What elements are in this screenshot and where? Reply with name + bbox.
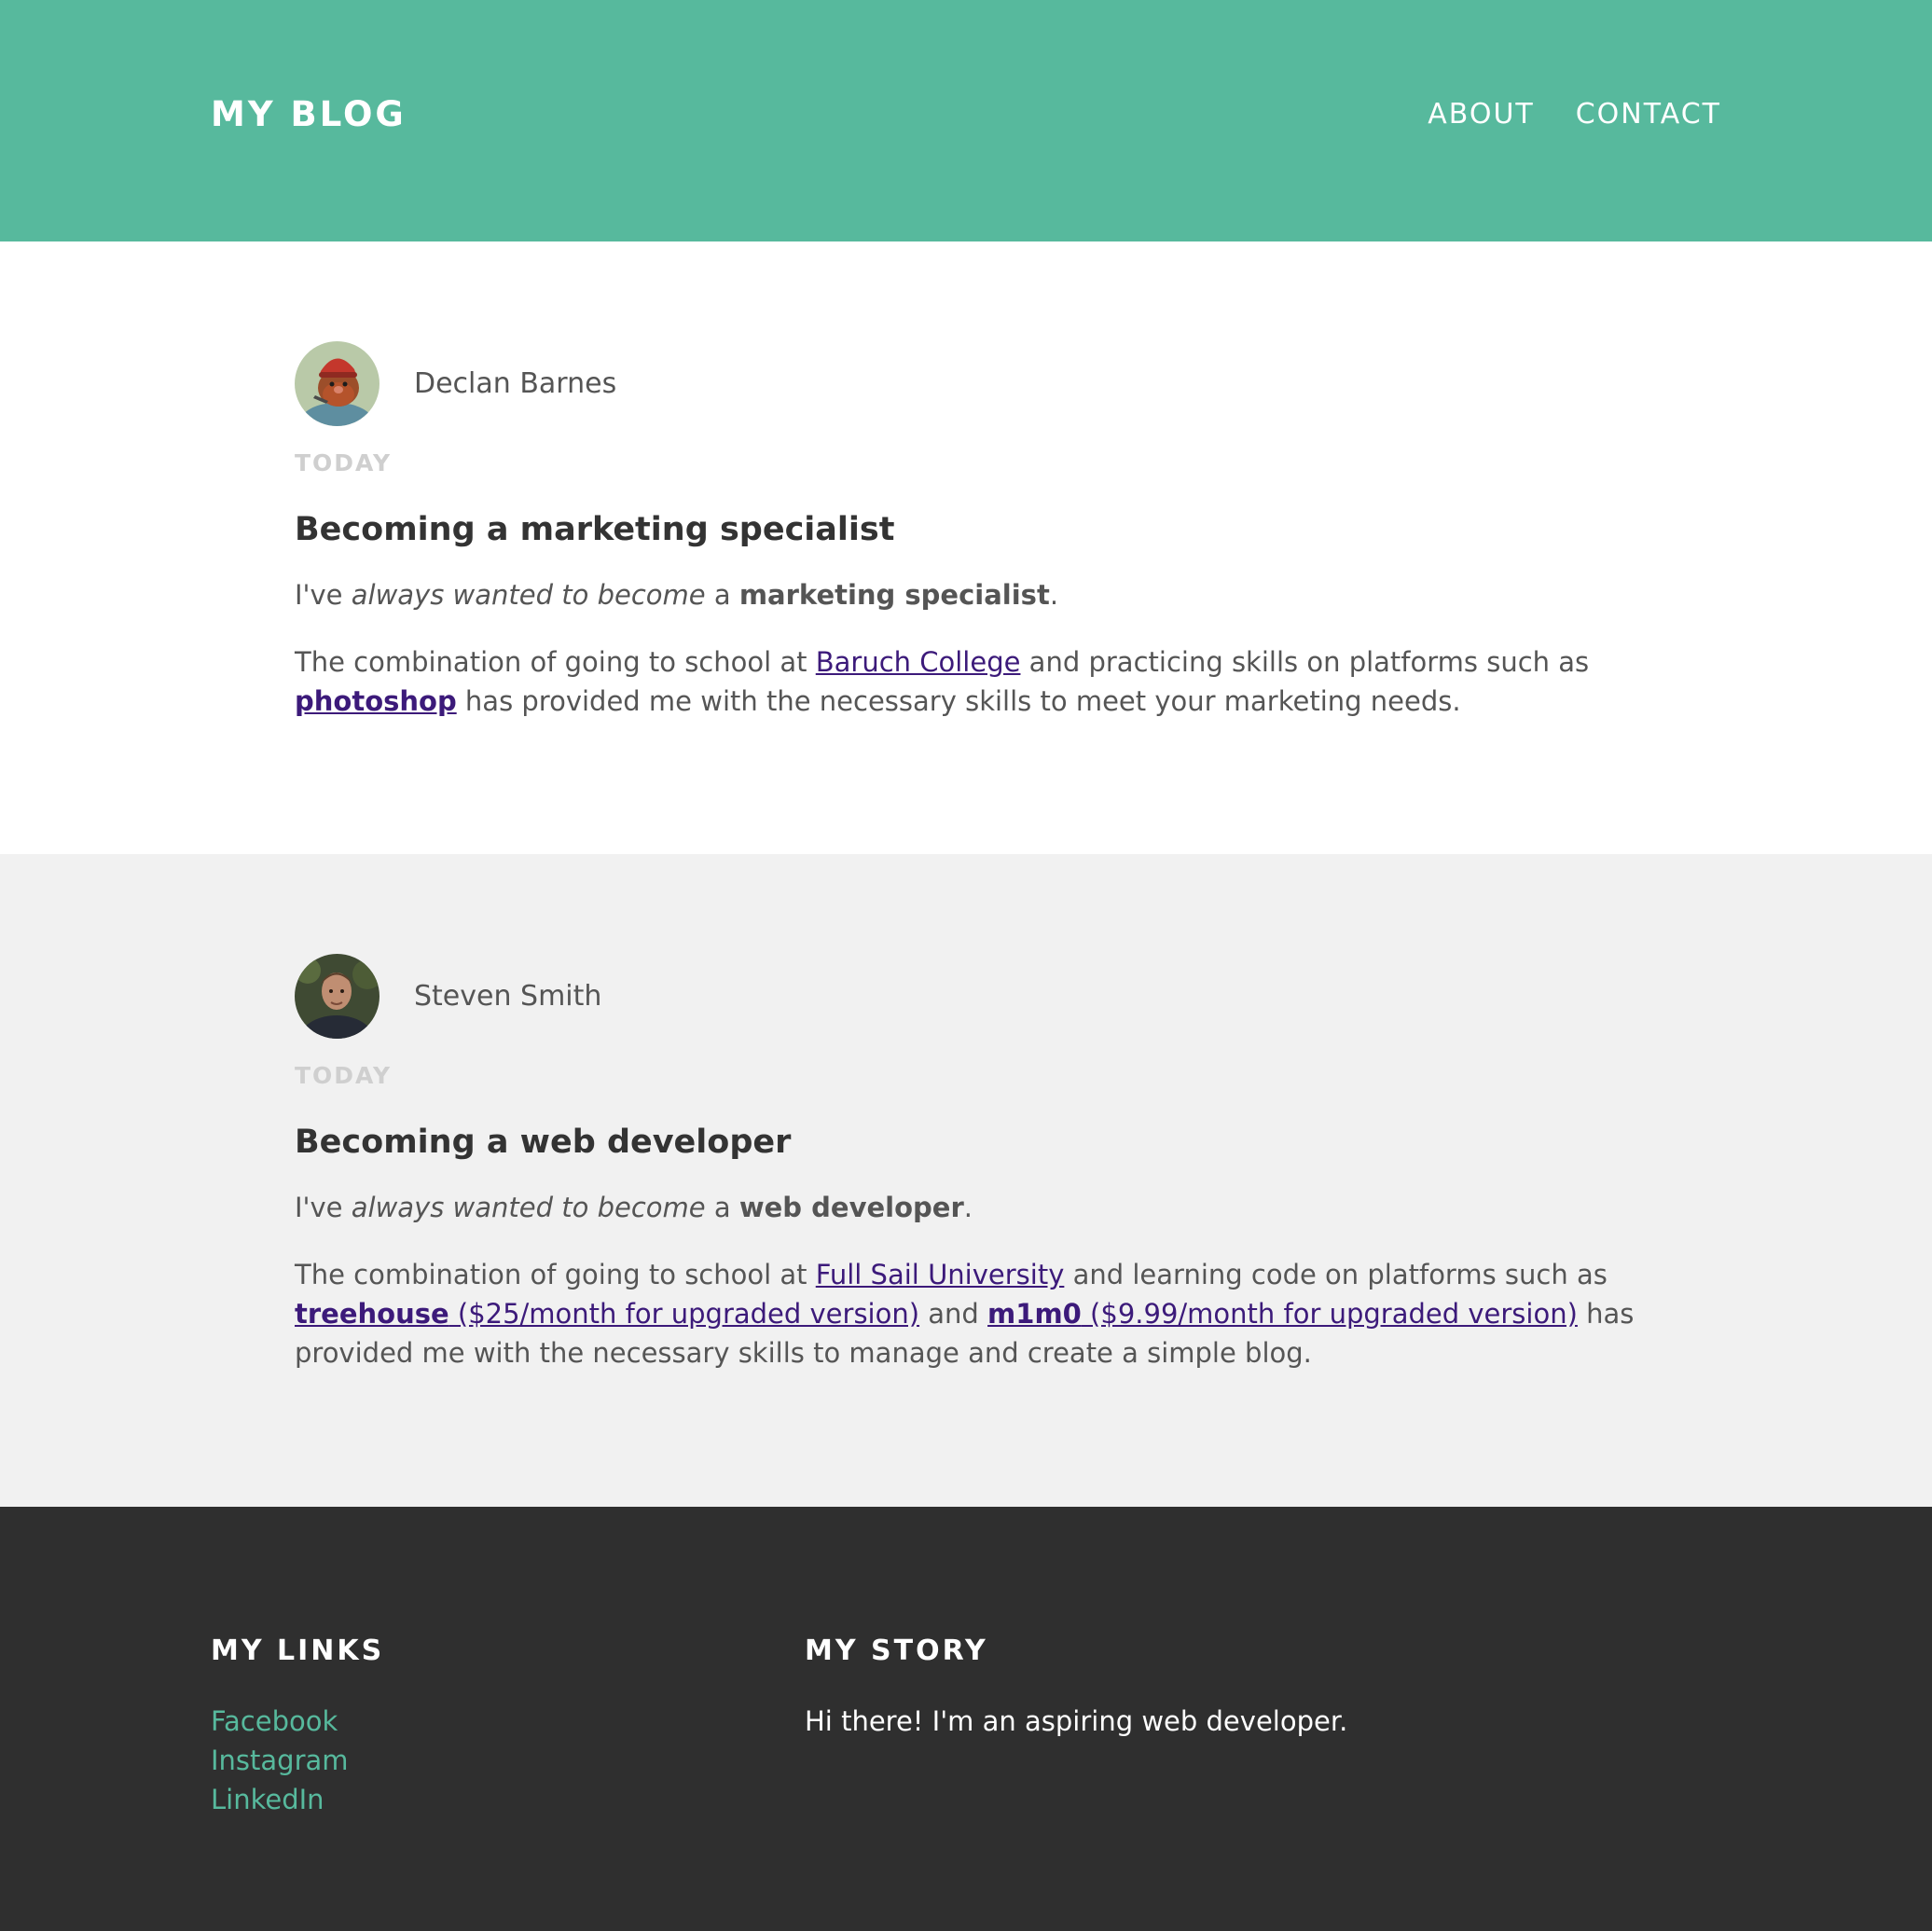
post-author: Steven Smith <box>295 954 1637 1039</box>
post-title: Becoming a marketing specialist <box>295 511 895 548</box>
link-m1m0[interactable]: m1m0 ($9.99/month for upgraded version) <box>987 1298 1578 1330</box>
post-body: The combination of going to school at Ba… <box>295 646 1590 717</box>
footer-link-instagram[interactable]: Instagram <box>211 1745 349 1776</box>
main-nav: ABOUT CONTACT <box>1428 90 1721 140</box>
post-title: Becoming a web developer <box>295 1124 792 1161</box>
post-date: TODAY <box>295 449 393 476</box>
footer-links-column: MY LINKS Facebook Instagram LinkedIn <box>211 1633 384 1834</box>
nav-contact[interactable]: CONTACT <box>1576 90 1721 140</box>
author-name: Declan Barnes <box>414 367 617 400</box>
post-intro: I've always wanted to become a marketing… <box>295 579 1059 611</box>
post-body: The combination of going to school at Fu… <box>295 1259 1635 1369</box>
link-full-sail-university[interactable]: Full Sail University <box>816 1259 1065 1290</box>
nav-about[interactable]: ABOUT <box>1428 90 1534 140</box>
post-marketing: Declan Barnes TODAY Becoming a marketing… <box>0 241 1932 854</box>
link-baruch-college[interactable]: Baruch College <box>816 646 1021 678</box>
footer-story-text: Hi there! I'm an aspiring web developer. <box>805 1705 1348 1737</box>
post-intro: I've always wanted to become a web devel… <box>295 1192 973 1223</box>
footer-links-heading: MY LINKS <box>211 1634 385 1667</box>
post-date: TODAY <box>295 1062 393 1089</box>
post-webdev: Steven Smith TODAY Becoming a web develo… <box>0 854 1932 1507</box>
site-footer: MY LINKS Facebook Instagram LinkedIn MY … <box>0 1507 1932 1931</box>
link-treehouse[interactable]: treehouse ($25/month for upgraded versio… <box>295 1298 919 1330</box>
footer-story-column: MY STORY Hi there! I'm an aspiring web d… <box>805 1633 1347 1741</box>
footer-story-heading: MY STORY <box>805 1634 988 1667</box>
site-header: MY BLOG ABOUT CONTACT <box>0 0 1932 241</box>
author-avatar <box>295 341 380 426</box>
author-name: Steven Smith <box>414 980 602 1013</box>
site-logo[interactable]: MY BLOG <box>211 90 407 140</box>
link-photoshop[interactable]: photoshop <box>295 685 457 717</box>
footer-link-linkedin[interactable]: LinkedIn <box>211 1784 324 1815</box>
author-avatar <box>295 954 380 1039</box>
footer-links-list: Facebook Instagram LinkedIn <box>211 1702 384 1819</box>
footer-link-facebook[interactable]: Facebook <box>211 1705 338 1737</box>
post-author: Declan Barnes <box>295 341 1637 426</box>
